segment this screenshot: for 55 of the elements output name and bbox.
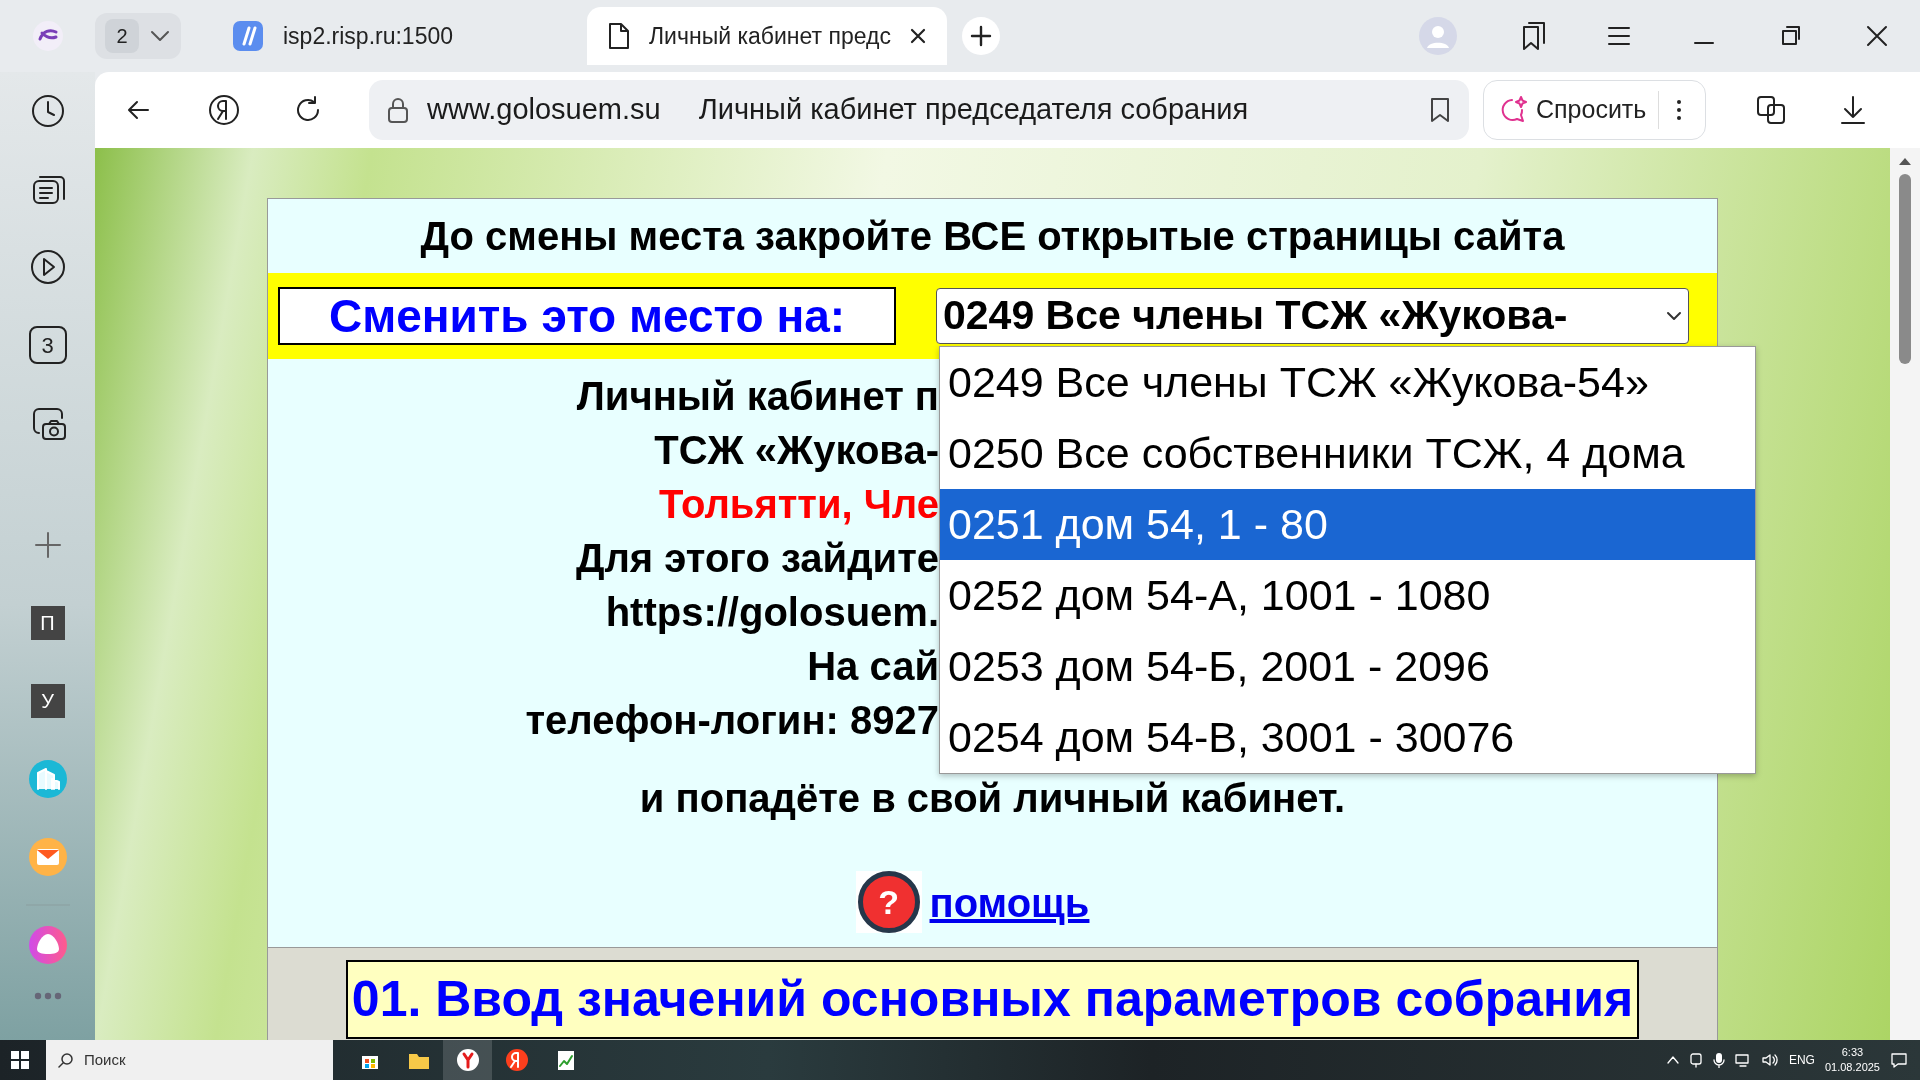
chevron-up-icon[interactable] [1666,1055,1679,1065]
bookmarks-icon[interactable] [1520,21,1548,51]
lock-icon [387,96,409,124]
scroll-thumb[interactable] [1899,174,1911,364]
document-icon [607,22,631,50]
info-line: На сай [806,643,939,690]
dropdown-option[interactable]: 0251 дом 54, 1 - 80 [940,489,1755,560]
address-field[interactable]: www.golosuem.su Личный кабинет председателя собрания [369,80,1469,140]
taskbar-search-field[interactable]: Поиск [46,1040,333,1080]
info-line: Для этого зайдите [574,535,939,582]
bookmark-icon[interactable] [1429,96,1451,124]
place-select[interactable]: 0249 Все члены ТСЖ «Жукова- [936,288,1689,344]
language-indicator[interactable]: ENG [1788,1051,1815,1069]
browser-logo-icon[interactable] [30,19,65,53]
dropdown-option[interactable]: 0249 Все члены ТСЖ «Жукова-54» [940,347,1755,418]
info-line: https://golosuem. [604,589,939,636]
menu-icon[interactable] [1606,25,1632,47]
counter-button[interactable]: 3 [28,326,67,364]
app-tile[interactable]: У [30,684,65,718]
chevron-down-icon [149,29,171,43]
app-favicon-icon [231,19,265,53]
mail-icon[interactable] [27,837,68,877]
search-icon [58,1052,74,1068]
close-icon[interactable] [908,27,927,45]
browser-tab[interactable]: Личный кабинет предс [587,7,947,65]
assistant-icon[interactable] [27,925,68,965]
dropdown-option[interactable]: 0252 дом 54-А, 1001 - 1080 [940,560,1755,631]
info-line: Тольятти, Чле [658,481,939,528]
browser-icon[interactable] [443,1040,492,1080]
network-icon[interactable] [1734,1052,1751,1068]
dropdown-option[interactable]: 0253 дом 54-Б, 2001 - 2096 [940,631,1755,702]
ask-button[interactable]: Спросить [1483,80,1707,140]
info-line: Личный кабинет п [575,373,939,420]
dropdown-option[interactable]: 0254 дом 54-В, 3001 - 30076 [940,702,1755,773]
scroll-up-icon[interactable] [1898,156,1912,166]
section-title: 01. Ввод значений основных параметров собрания [345,960,1640,1039]
tab-group-button[interactable]: 2 [95,13,181,59]
change-place-label: Сменить это место на: [278,287,896,345]
warning-heading: До смены места закройте ВСЕ открытые страницы сайта [419,213,1566,260]
chevron-down-icon [1666,310,1682,322]
info-line: ТСЖ «Жукова- [653,427,939,474]
browser-tab[interactable]: isp2.risp.ru:1500 [211,7,573,65]
help-icon[interactable]: ? [857,871,920,933]
volume-icon[interactable] [1760,1052,1779,1068]
microphone-icon[interactable] [1712,1052,1725,1068]
notification-icon[interactable] [1890,1051,1908,1069]
info-line: телефон-логин: 8927 [524,697,939,744]
help-link[interactable]: помощь [929,873,1090,933]
new-tab-icon[interactable] [960,16,1001,56]
tab-count: 2 [105,19,139,53]
dropdown-option[interactable]: 0250 Все собственники ТСЖ, 4 дома [940,418,1755,489]
clock-date[interactable]: 01.08.2025 [1824,1060,1880,1075]
info-line: и попадёте в свой личный кабинет. [638,775,1347,822]
app-tile[interactable]: П [30,606,65,640]
clock-time[interactable]: 6:33 [1841,1045,1864,1060]
